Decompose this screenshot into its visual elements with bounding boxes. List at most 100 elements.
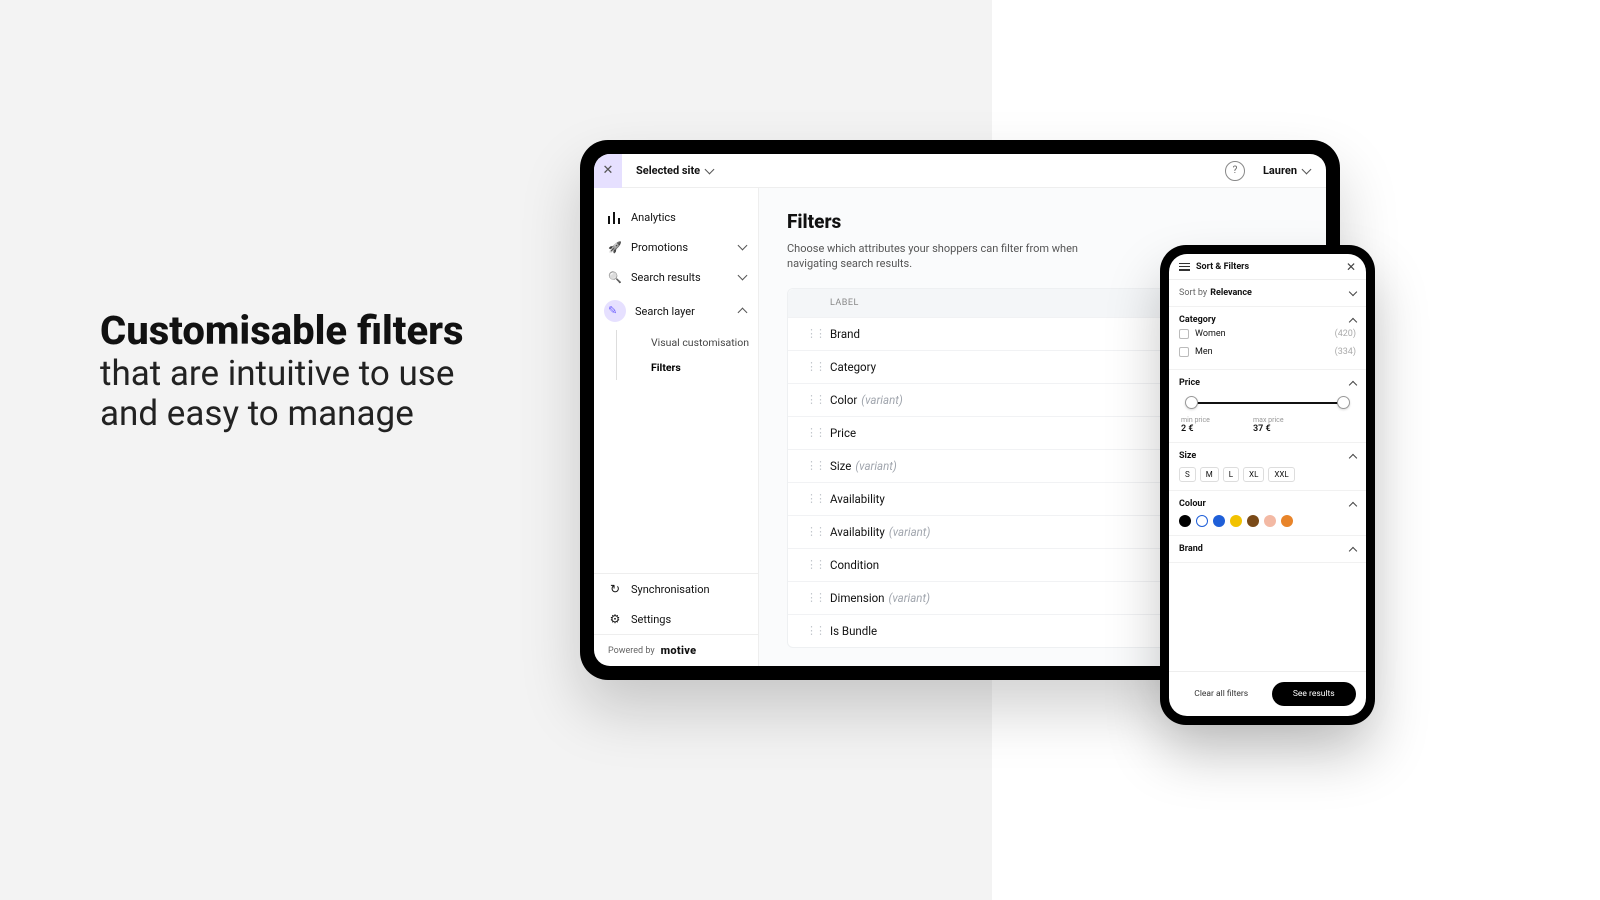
sidebar-item-search-results[interactable]: Search results	[594, 262, 758, 292]
site-selector[interactable]: Selected site	[636, 164, 713, 177]
filter-name: Price	[830, 426, 856, 440]
size-option[interactable]: S	[1179, 467, 1196, 482]
drag-handle-icon[interactable]: ⋮⋮	[806, 360, 816, 373]
close-icon[interactable]: ✕	[1346, 260, 1356, 274]
search-icon	[608, 270, 622, 284]
sidebar-item-label: Promotions	[631, 241, 730, 254]
filter-variant: (variant)	[855, 459, 896, 473]
checkbox-icon	[1179, 347, 1189, 357]
filter-variant: (variant)	[889, 525, 930, 539]
see-results-button[interactable]: See results	[1272, 682, 1357, 706]
section-title: Category	[1179, 315, 1216, 325]
sort-value: Relevance	[1210, 288, 1252, 298]
sidebar-item-analytics[interactable]: Analytics	[594, 202, 758, 232]
sidebar-item-label: Search layer	[635, 305, 730, 318]
colour-swatch[interactable]	[1247, 515, 1259, 527]
sidebar-sub-visual-customisation[interactable]: Visual customisation	[616, 330, 758, 355]
checkbox-women[interactable]: Women (420)	[1179, 325, 1356, 343]
user-menu[interactable]: Lauren	[1263, 164, 1310, 177]
drag-handle-icon[interactable]: ⋮⋮	[806, 393, 816, 406]
clear-filters-button[interactable]: Clear all filters	[1179, 682, 1264, 706]
section-category: Category Women (420) Men (334)	[1169, 307, 1366, 370]
chevron-up-icon	[1349, 453, 1357, 461]
checkbox-label: Men	[1195, 347, 1213, 357]
chevron-up-icon	[1349, 546, 1357, 554]
colour-swatch[interactable]	[1196, 515, 1208, 527]
hero-copy: Customisable filters that are intuitive …	[100, 310, 520, 435]
size-option[interactable]: XL	[1243, 467, 1264, 482]
min-price-label: min price	[1181, 416, 1235, 424]
slider-handle-min[interactable]	[1185, 396, 1198, 409]
page-title: Filters	[787, 210, 1298, 233]
analytics-icon	[608, 210, 622, 224]
rocket-icon	[608, 240, 622, 254]
drag-handle-icon[interactable]: ⋮⋮	[806, 492, 816, 505]
user-name: Lauren	[1263, 164, 1297, 177]
sidebar-item-promotions[interactable]: Promotions	[594, 232, 758, 262]
checkbox-icon	[1179, 329, 1189, 339]
colour-swatch[interactable]	[1281, 515, 1293, 527]
colour-swatch[interactable]	[1264, 515, 1276, 527]
section-header-brand[interactable]: Brand	[1179, 544, 1356, 554]
size-option[interactable]: XXL	[1268, 467, 1294, 482]
drag-handle-icon[interactable]: ⋮⋮	[806, 459, 816, 472]
colour-swatches	[1179, 515, 1356, 527]
sidebar-item-settings[interactable]: Settings	[594, 604, 758, 634]
section-title: Price	[1179, 378, 1200, 388]
colour-swatch[interactable]	[1230, 515, 1242, 527]
section-header-category[interactable]: Category	[1179, 315, 1356, 325]
filter-name: Size	[830, 459, 851, 473]
sidebar-item-label: Synchronisation	[631, 583, 748, 596]
max-price-label: max price	[1253, 416, 1307, 424]
drag-handle-icon[interactable]: ⋮⋮	[806, 426, 816, 439]
phone-header: Sort & Filters ✕	[1169, 254, 1366, 280]
filter-name: Color	[830, 393, 857, 407]
site-selector-label: Selected site	[636, 164, 700, 177]
close-button[interactable]: ✕	[594, 154, 622, 188]
drag-handle-icon[interactable]: ⋮⋮	[806, 525, 816, 538]
colour-swatch[interactable]	[1179, 515, 1191, 527]
option-count: (420)	[1335, 329, 1356, 339]
gear-icon	[608, 612, 622, 626]
sort-prefix: Sort by	[1179, 288, 1207, 298]
slider-handle-max[interactable]	[1337, 396, 1350, 409]
max-price-value: 37 €	[1253, 424, 1307, 434]
colour-swatch[interactable]	[1213, 515, 1225, 527]
section-title: Colour	[1179, 499, 1206, 509]
chevron-up-icon	[1349, 380, 1357, 388]
section-header-colour[interactable]: Colour	[1179, 499, 1356, 509]
filter-name: Category	[830, 360, 876, 374]
help-icon[interactable]: ?	[1225, 161, 1245, 181]
drag-handle-icon[interactable]: ⋮⋮	[806, 624, 816, 637]
filter-name: Condition	[830, 558, 879, 572]
chevron-up-icon	[1349, 501, 1357, 509]
sort-row[interactable]: Sort by Relevance	[1169, 280, 1366, 307]
section-header-price[interactable]: Price	[1179, 378, 1356, 388]
filter-variant: (variant)	[889, 591, 930, 605]
col-label: LABEL	[830, 298, 859, 308]
brush-icon	[604, 300, 626, 322]
checkbox-men[interactable]: Men (334)	[1179, 343, 1356, 361]
size-option[interactable]: L	[1223, 467, 1239, 482]
chevron-down-icon	[738, 241, 748, 251]
drag-handle-icon[interactable]: ⋮⋮	[806, 327, 816, 340]
filter-variant: (variant)	[861, 393, 902, 407]
drag-handle-icon[interactable]: ⋮⋮	[806, 591, 816, 604]
size-option[interactable]: M	[1200, 467, 1219, 482]
sidebar-item-label: Settings	[631, 613, 748, 626]
powered-by: Powered by motive	[594, 634, 758, 666]
page-description: Choose which attributes your shoppers ca…	[787, 241, 1087, 272]
drag-handle-icon[interactable]: ⋮⋮	[806, 558, 816, 571]
section-title: Brand	[1179, 544, 1203, 554]
section-title: Size	[1179, 451, 1196, 461]
powered-by-brand: motive	[661, 644, 697, 657]
section-colour: Colour	[1169, 491, 1366, 536]
price-slider[interactable]	[1183, 392, 1352, 414]
sidebar-sub-filters[interactable]: Filters	[616, 355, 758, 380]
sidebar-item-search-layer[interactable]: Search layer	[594, 292, 758, 330]
sidebar-item-synchronisation[interactable]: Synchronisation	[594, 574, 758, 604]
chevron-down-icon	[705, 164, 715, 174]
chevron-down-icon	[738, 271, 748, 281]
section-header-size[interactable]: Size	[1179, 451, 1356, 461]
phone-title: Sort & Filters	[1196, 262, 1249, 272]
